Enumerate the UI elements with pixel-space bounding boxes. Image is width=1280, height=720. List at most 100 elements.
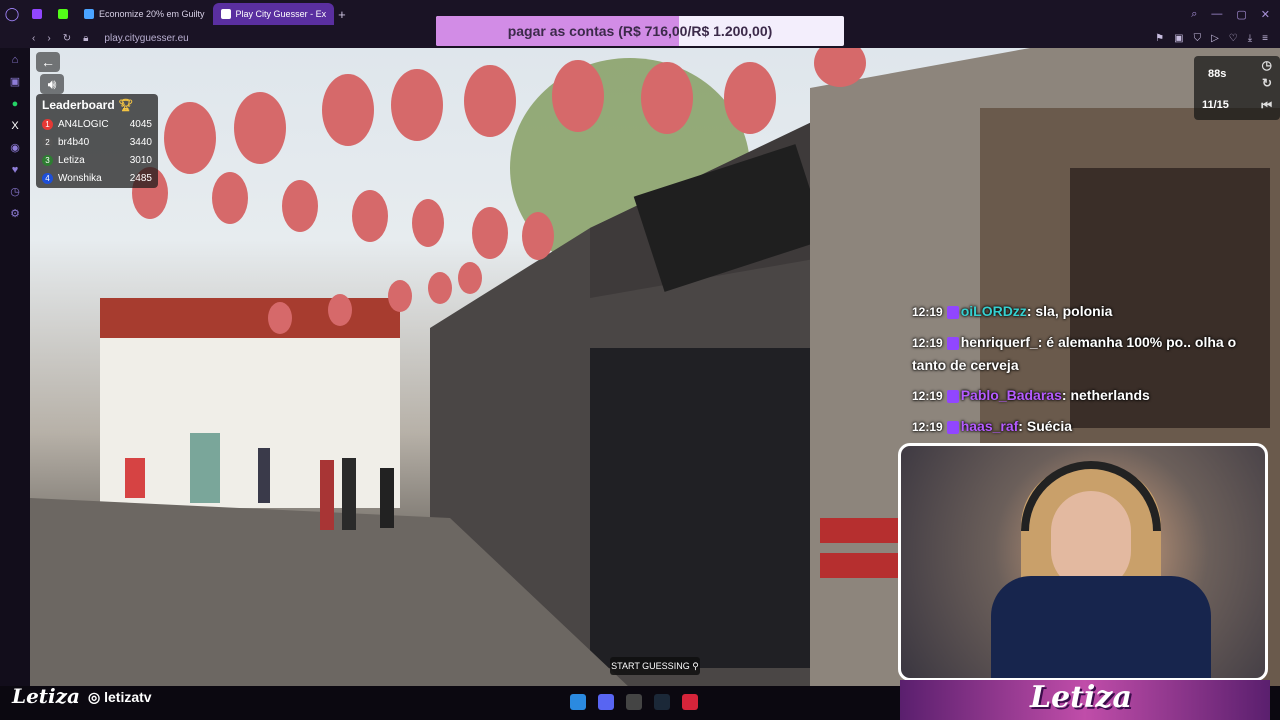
leaderboard-row: 4 Wonshika 2485: [42, 169, 152, 187]
twitch-badge-icon: [946, 336, 959, 350]
round-counter: 11/15: [1202, 99, 1229, 111]
menu-icon[interactable]: ≡: [1262, 33, 1268, 44]
shield-icon[interactable]: ⛉: [1194, 33, 1202, 44]
tab-economize[interactable]: Economize 20% em Guilty: [76, 3, 213, 25]
settings-icon[interactable]: ⚙: [10, 208, 20, 220]
chat-timestamp: 12:19: [912, 389, 943, 403]
discord-taskbar-icon[interactable]: [598, 694, 614, 710]
volume-icon[interactable]: 🔊︎: [40, 74, 64, 94]
steam-icon[interactable]: [654, 694, 670, 710]
opera-taskbar-icon[interactable]: [682, 694, 698, 710]
twitch-badge-icon: [946, 305, 959, 319]
rank-badge: 4: [42, 172, 53, 184]
chat-username: haas_raf: [960, 418, 1019, 434]
opera-logo-icon[interactable]: ◯: [0, 0, 24, 28]
player-score: 2485: [129, 172, 152, 184]
rank-badge: 1: [42, 118, 53, 130]
chat-text: netherlands: [1070, 387, 1150, 403]
leaderboard-row: 3 Letiza 3010: [42, 151, 152, 169]
download-icon[interactable]: ⤓: [1248, 33, 1252, 44]
discord-icon[interactable]: ◉: [10, 142, 20, 154]
twitch-icon: [32, 9, 42, 19]
webcam-feed: [898, 443, 1268, 681]
player-icon[interactable]: ▷: [1211, 33, 1219, 44]
reload-icon[interactable]: ↻: [63, 33, 71, 44]
heart-sidebar-icon[interactable]: ♥: [12, 164, 19, 176]
site-favicon-icon: [84, 9, 94, 19]
obs-icon[interactable]: [626, 694, 642, 710]
chat-timestamp: 12:19: [912, 305, 943, 319]
chat-message: 12:19 oiLORDzz: sla, polonia: [912, 303, 1113, 319]
x-icon[interactable]: X: [11, 120, 18, 132]
refresh-icon[interactable]: ↻: [1262, 76, 1272, 90]
whatsapp-icon[interactable]: ●: [12, 98, 19, 110]
history-icon[interactable]: ◷: [10, 186, 20, 198]
lock-icon: 🔒︎: [83, 32, 89, 44]
brand-logo: Letiza: [12, 684, 80, 708]
handle-text: letizatv: [104, 689, 152, 705]
new-tab-button[interactable]: +: [338, 7, 346, 22]
close-icon[interactable]: ✕: [1261, 8, 1270, 21]
forward-icon[interactable]: ›: [47, 33, 50, 44]
donation-goal-text: pagar as contas (R$ 716,00/R$ 1.200,00): [507, 23, 773, 39]
rank-badge: 2: [42, 136, 53, 148]
twitch-sidebar-icon[interactable]: ▣: [10, 76, 20, 88]
maximize-icon[interactable]: ▢: [1236, 8, 1246, 21]
search-icon[interactable]: ⌕: [1191, 8, 1197, 21]
snapshot-icon[interactable]: ▣: [1174, 33, 1183, 44]
stream-frame: ◯ Economize 20% em Guilty Play City Gues…: [0, 0, 1280, 720]
tab-whatsapp-icon[interactable]: [24, 3, 50, 25]
windows-start-icon[interactable]: [570, 694, 586, 710]
clock-icon[interactable]: ◷: [1262, 58, 1272, 72]
tab-cityguesser[interactable]: Play City Guesser - Ex: [212, 3, 335, 25]
back-arrow-button[interactable]: ←: [36, 52, 60, 72]
twitch-badge-icon: [946, 389, 959, 403]
chat-timestamp: 12:19: [912, 336, 943, 350]
start-guessing-label: START GUESSING: [611, 661, 690, 671]
twitch-badge-icon: [946, 420, 959, 434]
os-taskbar: [570, 694, 698, 714]
minimize-icon[interactable]: —: [1211, 8, 1222, 21]
kick-icon: [58, 9, 68, 19]
instagram-icon: ◎: [88, 689, 101, 705]
player-name: AN4LOGIC: [58, 118, 109, 130]
chat-text: sla, polonia: [1035, 303, 1113, 319]
leaderboard-panel: Leaderboard 🏆︎ 1 AN4LOGIC 4045 2 br4b40 3440 3…: [36, 94, 158, 188]
player-score: 3010: [129, 154, 152, 166]
donation-goal-bar: pagar as contas (R$ 716,00/R$ 1.200,00): [436, 16, 844, 46]
streamer-name: Letiza: [1030, 680, 1132, 715]
player-name: br4b40: [58, 136, 90, 148]
tab-label: Economize 20% em Guilty: [99, 9, 205, 19]
chat-overlay: 12:19 oiLORDzz: sla, polonia 12:19 henrique…: [912, 300, 1252, 446]
globe-icon: [220, 9, 231, 19]
back-icon[interactable]: ‹: [32, 33, 35, 44]
player-name: Letiza: [58, 154, 85, 166]
trophy-icon: 🏆︎: [118, 98, 134, 112]
chat-text: Suécia: [1026, 418, 1072, 434]
browser-sidebar: ⌂ ▣ ● X ◉ ♥ ◷ ⚙: [0, 48, 30, 688]
instagram-handle: ◎ letizatv: [88, 689, 152, 706]
player-name: Wonshika: [58, 172, 102, 184]
timer-seconds: 88s: [1208, 68, 1227, 80]
chat-username: henriquerf_: [960, 334, 1038, 350]
url-field[interactable]: play.cityguesser.eu: [104, 33, 188, 44]
skip-back-icon[interactable]: ⏮: [1261, 98, 1272, 113]
streamer-name-banner: Letiza: [900, 680, 1270, 720]
tab-kick-icon[interactable]: [50, 3, 76, 25]
start-guessing-button[interactable]: START GUESSING ⚲: [610, 657, 700, 675]
heart-icon[interactable]: ♡: [1229, 33, 1238, 44]
chat-timestamp: 12:19: [912, 420, 943, 434]
round-timer-panel: 88s ◷ ↻ 11/15 ⏮: [1194, 56, 1280, 120]
map-pin-icon: ⚲: [692, 661, 699, 671]
leaderboard-row: 1 AN4LOGIC 4045: [42, 115, 152, 133]
player-score: 4045: [129, 118, 152, 130]
chat-message: 12:19 Pablo_Badaras: netherlands: [912, 387, 1150, 403]
player-score: 3440: [129, 136, 152, 148]
chat-message: 12:19 haas_raf: Suécia: [912, 418, 1072, 434]
leaderboard-row: 2 br4b40 3440: [42, 133, 152, 151]
home-icon[interactable]: ⌂: [12, 54, 19, 66]
tab-label: Play City Guesser - Ex: [235, 9, 327, 19]
leaderboard-title: Leaderboard: [42, 98, 115, 112]
rank-badge: 3: [42, 154, 53, 166]
bookmark-icon[interactable]: ⚑: [1155, 33, 1164, 44]
